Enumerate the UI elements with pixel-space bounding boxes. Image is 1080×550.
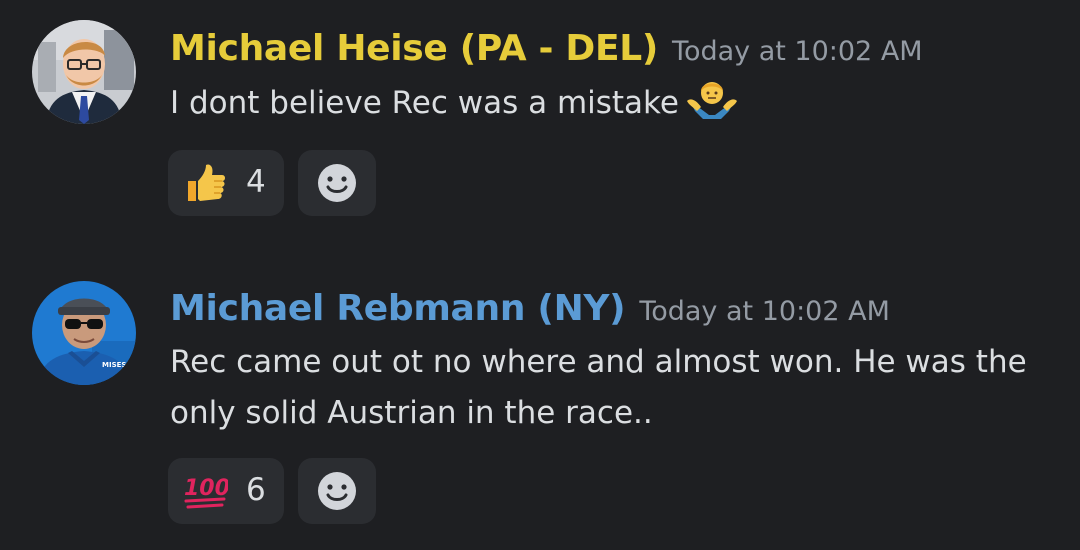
smiley-icon — [318, 164, 356, 202]
reaction-count: 6 — [246, 472, 266, 508]
message-text: Rec came out ot no where and almost won.… — [170, 344, 1027, 431]
message-header: Michael Rebmann (NY) Today at 10:02 AM — [170, 288, 890, 329]
svg-text:100: 100 — [184, 476, 228, 501]
reaction-count: 4 — [246, 164, 266, 200]
avatar[interactable]: MISES — [32, 281, 136, 385]
message-header: Michael Heise (PA - DEL) Today at 10:02 A… — [170, 28, 923, 69]
message-content: I dont believe Rec was a mistake — [170, 78, 1040, 137]
username[interactable]: Michael Heise (PA - DEL) — [170, 28, 658, 69]
svg-text:MISES: MISES — [102, 361, 126, 369]
add-reaction-button[interactable] — [298, 150, 376, 216]
message-text: I dont believe Rec was a mistake — [170, 85, 679, 121]
smiley-icon — [318, 472, 356, 510]
username[interactable]: Michael Rebmann (NY) — [170, 288, 626, 329]
timestamp[interactable]: Today at 10:02 AM — [672, 36, 923, 67]
hundred-points-emoji-icon: 100 — [184, 471, 230, 515]
thumbs-up-emoji-icon — [184, 163, 226, 207]
add-reaction-button[interactable] — [298, 458, 376, 524]
reaction-hundred-points[interactable]: 100 6 — [168, 458, 284, 524]
reaction-thumbs-up[interactable]: 4 — [168, 150, 284, 216]
message-content: Rec came out ot no where and almost won.… — [170, 337, 1040, 439]
avatar[interactable] — [32, 20, 136, 124]
timestamp[interactable]: Today at 10:02 AM — [639, 296, 890, 327]
person-shrugging-emoji-icon[interactable] — [685, 79, 739, 137]
